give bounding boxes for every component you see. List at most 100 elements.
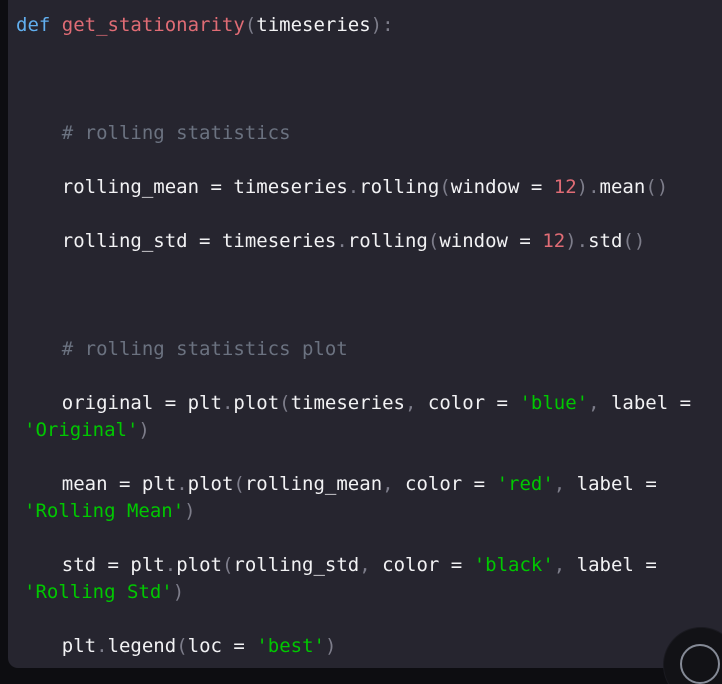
code-token: label: [565, 473, 646, 495]
code-token: 'blue': [519, 392, 589, 414]
code-token: plt: [176, 392, 222, 414]
code-line: std = plt.plot(rolling_std, color = 'bla…: [16, 552, 722, 606]
code-token: mean: [599, 176, 646, 198]
code-token: rolling: [359, 176, 440, 198]
code-token: timeseries: [221, 176, 348, 198]
code-token: =: [679, 392, 692, 414]
code-token: =: [645, 554, 657, 576]
code-token: mean: [16, 473, 119, 495]
code-token: ): [565, 230, 577, 252]
code-token: =: [164, 392, 177, 414]
code-token: =: [118, 473, 131, 495]
code-token: def: [16, 14, 51, 36]
code-line: def get_stationarity(timeseries):: [16, 12, 722, 39]
code-token: (: [176, 635, 188, 657]
code-token: 'best': [256, 635, 325, 657]
code-token: =: [233, 635, 245, 657]
code-token: rolling_mean: [16, 176, 211, 198]
code-token: =: [107, 554, 119, 576]
code-token: rolling: [347, 230, 428, 252]
code-token: plt: [130, 473, 177, 495]
code-token: .: [96, 635, 108, 657]
code-token: (: [279, 392, 291, 414]
code-token: 'Rolling Mean': [24, 500, 185, 522]
code-token: 'red': [496, 473, 554, 495]
code-token: color: [370, 554, 451, 576]
code-token: ): [324, 635, 337, 657]
code-token: (): [622, 230, 646, 252]
code-token: color: [416, 392, 497, 414]
code-token: # rolling statistics: [16, 122, 291, 144]
code-token: ,: [405, 392, 417, 414]
code-token: =: [530, 176, 543, 198]
code-token: ): [576, 176, 589, 198]
code-line: ​: [16, 66, 722, 93]
code-token: .: [347, 176, 360, 198]
code-token: 12: [542, 230, 566, 252]
code-token: # rolling statistics plot: [16, 338, 348, 360]
code-token: window: [450, 176, 531, 198]
code-token: plot: [176, 554, 222, 576]
code-line: mean = plt.plot(rolling_mean, color = 'r…: [16, 471, 722, 525]
code-token: ,: [359, 554, 371, 576]
code-token: std: [16, 554, 108, 576]
code-token: plt: [118, 554, 165, 576]
code-token: .: [221, 392, 234, 414]
code-token: .: [576, 230, 589, 252]
code-token: =: [496, 392, 508, 414]
code-token: plot: [187, 473, 234, 495]
code-token: ,: [553, 473, 566, 495]
code-line: original = plt.plot(timeseries, color = …: [16, 390, 722, 444]
code-token: .: [336, 230, 348, 252]
code-token: ): [138, 419, 150, 441]
code-token: (: [439, 176, 451, 198]
code-token: ,: [382, 473, 394, 495]
code-token: ,: [553, 554, 566, 576]
code-token: label: [599, 392, 680, 414]
code-token: ): [172, 581, 185, 603]
code-token: (: [244, 14, 257, 36]
python-code-block[interactable]: def get_stationarity(timeseries): ​ # ro…: [8, 0, 722, 668]
code-token: 12: [553, 176, 577, 198]
code-token: std: [588, 230, 623, 252]
code-token: (): [645, 176, 669, 198]
code-token: timeseries: [256, 14, 371, 36]
code-line: # rolling statistics: [16, 120, 722, 147]
code-token: color: [393, 473, 474, 495]
code-token: .: [588, 176, 600, 198]
code-token: 'black': [473, 554, 554, 576]
code-token: window: [439, 230, 520, 252]
code-token: original: [16, 392, 165, 414]
code-token: legend: [107, 635, 177, 657]
code-line: rolling_mean = timeseries.rolling(window…: [16, 174, 722, 201]
code-token: =: [645, 473, 657, 495]
code-token: :: [382, 14, 394, 36]
code-token: rolling_mean: [244, 473, 383, 495]
code-token: (: [221, 554, 234, 576]
code-token: =: [473, 473, 486, 495]
code-token: ): [370, 14, 383, 36]
code-token: timeseries: [290, 392, 405, 414]
code-token: rolling_std: [233, 554, 360, 576]
code-panel: def get_stationarity(timeseries): ​ # ro…: [8, 0, 722, 668]
code-token: 'Original': [24, 419, 139, 441]
code-token: loc: [187, 635, 234, 657]
code-token: rolling_std: [16, 230, 200, 252]
code-token: ,: [588, 392, 600, 414]
code-token: =: [519, 230, 531, 252]
code-token: =: [199, 230, 211, 252]
code-token: =: [450, 554, 463, 576]
code-line: ​: [16, 282, 722, 309]
code-line: plt.legend(loc = 'best'): [16, 633, 722, 660]
code-token: plt: [16, 635, 97, 657]
